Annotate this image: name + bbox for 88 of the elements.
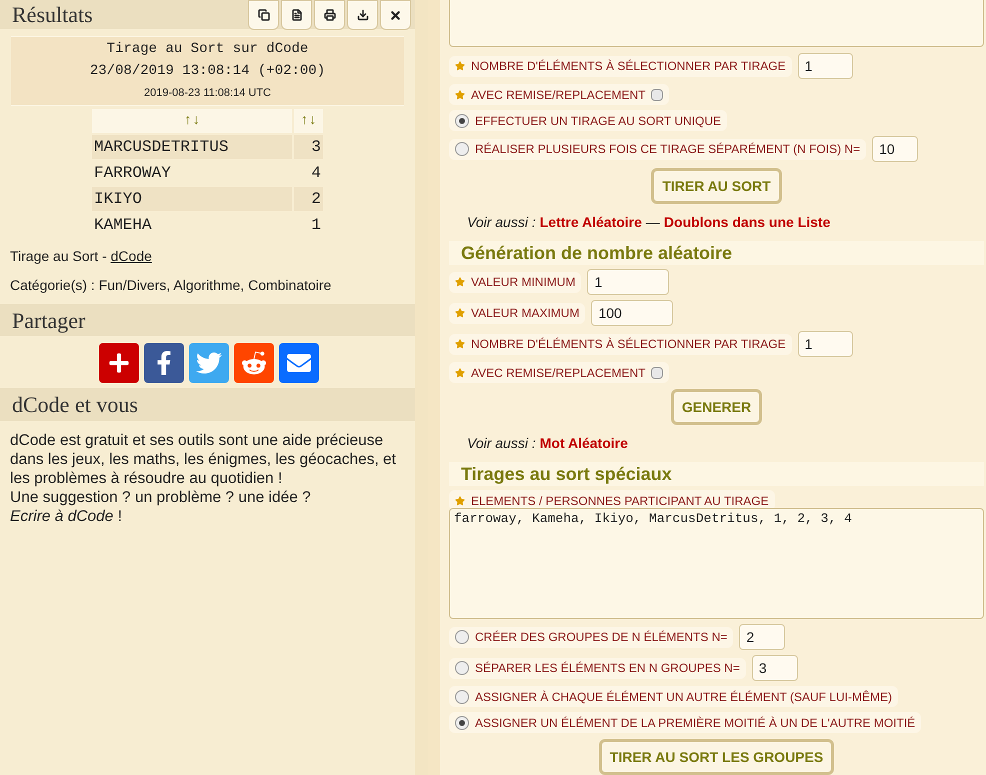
table-cell-text: 4 [310, 163, 322, 184]
star-icon [455, 339, 465, 349]
see-also-link[interactable]: Lettre Aléatoire [540, 212, 642, 233]
see-also-link[interactable]: Doublons dans une Liste [664, 212, 830, 233]
star-icon [455, 61, 465, 71]
star-icon [455, 308, 465, 318]
option-label: SÉPARER LES ÉLÉMENTS EN N GROUPES N= [475, 660, 740, 677]
radio-button[interactable] [455, 114, 469, 128]
checkbox[interactable] [651, 366, 664, 378]
field-label: NOMBRE D'ÉLÉMENTS À SÉLECTIONNER PAR TIRAGE [471, 336, 786, 353]
radio-button[interactable] [455, 716, 469, 730]
write-link[interactable]: Ecrire à dCode [10, 508, 114, 525]
input-field[interactable]: 100 [591, 300, 674, 326]
printer-icon [324, 9, 336, 21]
option-label: ASSIGNER À CHAQUE ÉLÉMENT UN AUTRE ÉLÉMENT (SAUF LUI-MÊME) [475, 688, 892, 706]
copy-icon [258, 9, 270, 21]
section-heading: Tirages au sort spéciaux [449, 462, 984, 486]
page-button[interactable] [281, 0, 312, 30]
table-cell: IKIYO [92, 187, 292, 211]
action-button[interactable]: GENERER [670, 389, 762, 425]
field-label: AVEC REMISE/REPLACEMENT [471, 86, 646, 104]
text-area[interactable]: farroway, Kameha, Ikiyo, MarcusDetritus, 1, 2, 3, 4 [449, 508, 984, 619]
see-also-label: Voir aussi : [467, 434, 536, 453]
input-field[interactable]: 2 [739, 624, 786, 650]
input-field[interactable] [449, 0, 984, 47]
radio-button[interactable] [455, 142, 469, 156]
credit-text: Tirage au Sort - [10, 247, 108, 266]
plus-icon [108, 352, 130, 374]
star-icon [455, 90, 465, 100]
input-field[interactable]: 3 [752, 655, 798, 681]
see-also-label: Voir aussi : [467, 213, 536, 232]
download-icon [356, 9, 368, 21]
table-cell: 3 [294, 135, 323, 159]
table-cell-text: KAMEHA [93, 215, 153, 236]
alien-face-icon [240, 350, 266, 376]
option-label: CRÉER DES GROUPES DE N ÉLÉMENTS N= [475, 629, 728, 646]
star-icon [455, 277, 465, 287]
sort-button[interactable]: ↑↓ [294, 109, 323, 133]
field-label: VALEUR MAXIMUM [471, 305, 580, 322]
input-field[interactable]: 1 [798, 331, 853, 357]
field-label: VALEUR MINIMUM [471, 274, 576, 291]
radio-button[interactable] [455, 690, 469, 704]
option-label: RÉALISER PLUSIEURS FOIS CE TIRAGE SÉPARÉMENT (N FOIS) N= [475, 141, 860, 158]
star-icon [455, 368, 465, 378]
close-button[interactable] [380, 0, 411, 30]
input-field[interactable]: 1 [587, 269, 670, 295]
print-button[interactable] [314, 0, 345, 30]
radio-button[interactable] [455, 661, 469, 675]
sort-button[interactable]: ↑↓ [92, 109, 292, 133]
section-heading: Génération de nombre aléatoire [449, 241, 984, 265]
section-title: dCode et vous [12, 391, 138, 419]
action-button[interactable]: TIRER AU SORT LES GROUPES [598, 739, 834, 775]
table-cell-text: 1 [310, 215, 322, 236]
download-button[interactable] [347, 0, 378, 30]
input-field[interactable]: 10 [872, 136, 918, 162]
summary-line: Tirage au Sort sur dCode [106, 40, 308, 59]
field-label: ELEMENTS / PERSONNES PARTICIPANT AU TIRAGE [471, 492, 769, 510]
summary-line: 23/08/2019 13:08:14 (+02:00) [90, 62, 326, 81]
checkbox[interactable] [651, 88, 664, 100]
dcode-link[interactable]: dCode [110, 246, 152, 267]
envelope-icon [286, 351, 310, 375]
section-title: Partager [12, 306, 86, 335]
suggestion-text: Une suggestion ? un problème ? une idée ? Ecrire à dCode ! [10, 488, 312, 526]
table-cell: MARCUSDETRITUS [92, 135, 292, 159]
page-icon [290, 9, 302, 21]
close-icon [389, 8, 402, 22]
table-cell-text: FARROWAY [93, 163, 172, 184]
share-button[interactable] [144, 343, 184, 383]
about-text: dCode est gratuit et ses outils sont une aide précieuse dans les jeux, les maths, les énigmes, les géocaches, et les problèmes à résoudre au quotidien ! [10, 431, 397, 488]
input-field[interactable]: 1 [798, 53, 853, 79]
section-title: Résultats [12, 1, 93, 29]
copy-button[interactable] [248, 0, 279, 30]
star-icon [455, 496, 465, 506]
see-also-link[interactable]: Mot Aléatoire [540, 433, 628, 454]
share-button[interactable] [278, 343, 318, 383]
option-label: ASSIGNER UN ÉLÉMENT DE LA PREMIÈRE MOITIÉ À UN DE L'AUTRE MOITIÉ [475, 714, 916, 732]
share-button[interactable] [234, 343, 274, 383]
share-button[interactable] [98, 343, 138, 383]
table-cell: 2 [294, 187, 323, 211]
option-label: EFFECTUER UN TIRAGE AU SORT UNIQUE [475, 112, 722, 130]
action-button[interactable]: TIRER AU SORT [651, 168, 782, 204]
utc-time: 2019-08-23 11:08:14 UTC [144, 86, 271, 101]
radio-button[interactable] [455, 630, 469, 644]
categories-text: Catégorie(s) : Fun/Divers, Algorithme, Combinatoire [9, 276, 332, 295]
field-label: AVEC REMISE/REPLACEMENT [471, 364, 646, 382]
field-label: NOMBRE D'ÉLÉMENTS À SÉLECTIONNER PAR TIRAGE [471, 58, 786, 75]
bird-icon [196, 350, 222, 376]
separator-text: — [646, 213, 660, 232]
